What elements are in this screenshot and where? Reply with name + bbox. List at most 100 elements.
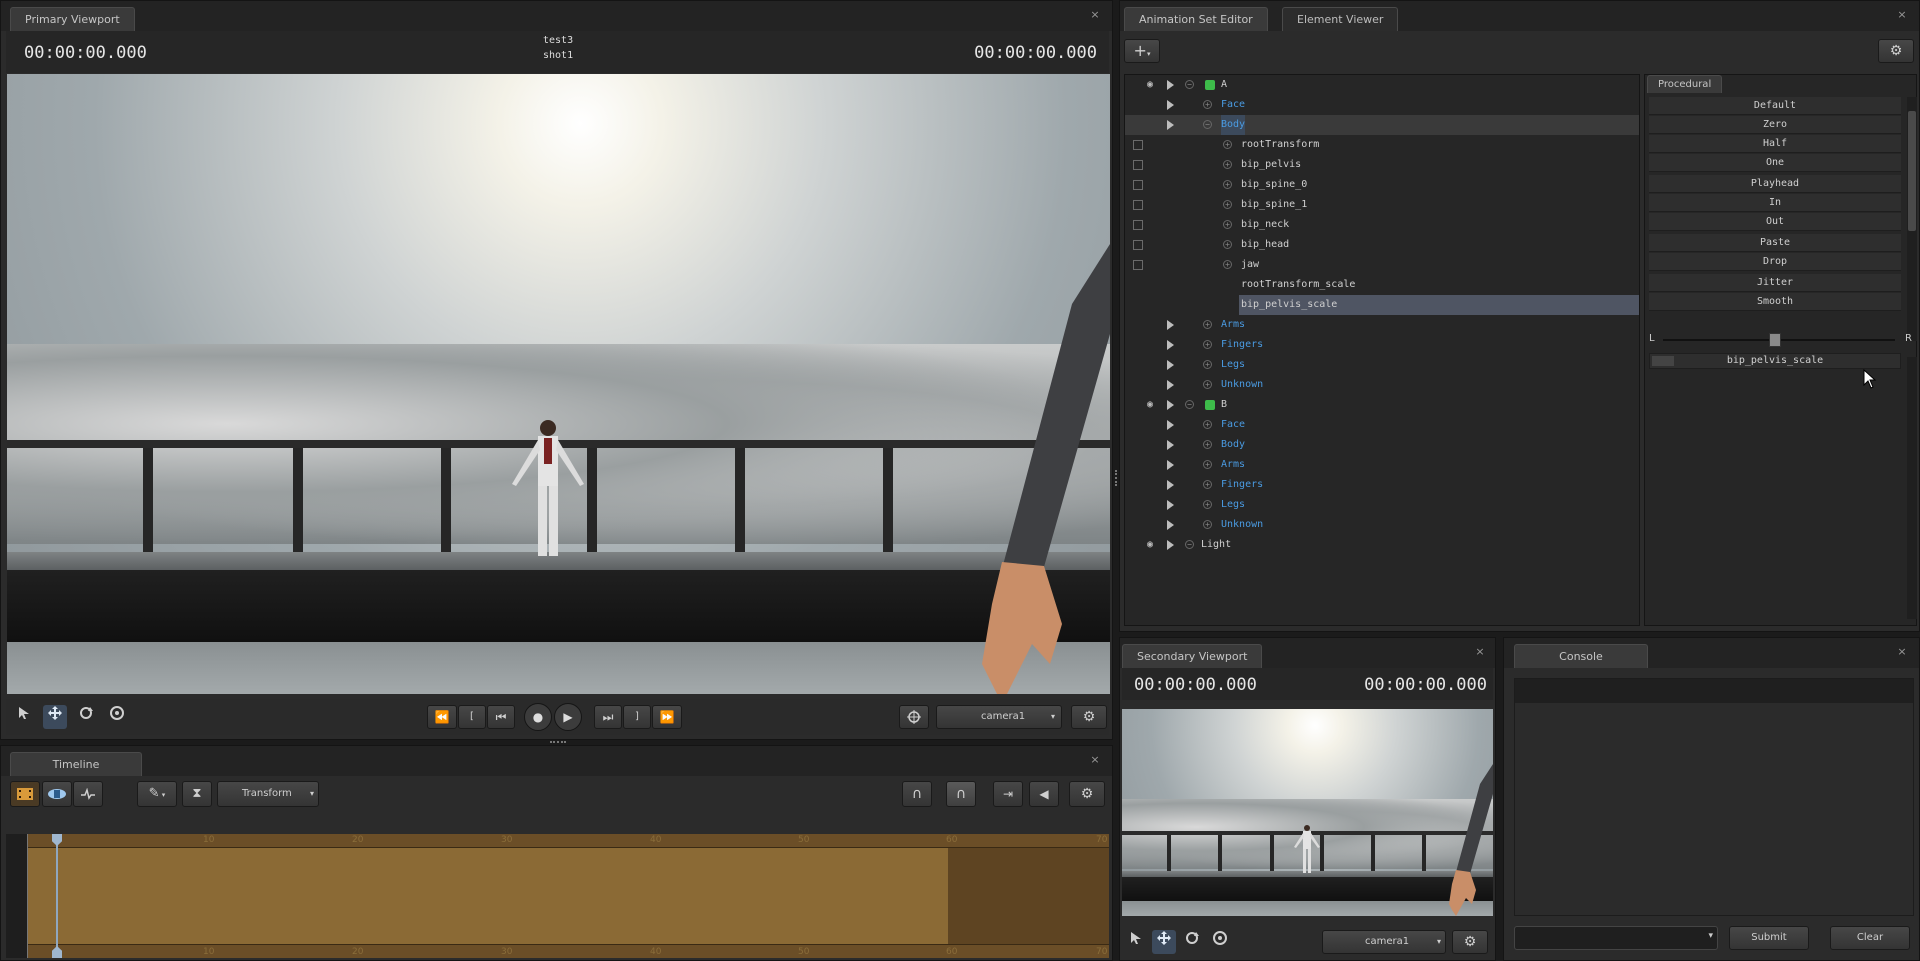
expand-toggle-icon[interactable]: −	[1185, 540, 1194, 549]
tree-row[interactable]: + Fingers	[1125, 335, 1639, 355]
checkbox[interactable]	[1133, 260, 1143, 270]
submit-button[interactable]: Submit	[1729, 926, 1809, 950]
expand-arrow-icon[interactable]	[1167, 520, 1174, 530]
expand-arrow-icon[interactable]	[1167, 380, 1174, 390]
expand-arrow-icon[interactable]	[1167, 440, 1174, 450]
next-key-button[interactable]: ⏭	[594, 705, 622, 729]
expand-arrow-icon[interactable]	[1167, 480, 1174, 490]
tree-row[interactable]: + bip_spine_1	[1125, 195, 1639, 215]
mark-out-button[interactable]: ]	[623, 705, 651, 729]
expand-arrow-icon[interactable]	[1167, 540, 1174, 550]
expand-toggle-icon[interactable]: +	[1223, 220, 1232, 229]
scroll-thumb[interactable]	[1908, 111, 1916, 231]
expand-arrow-icon[interactable]	[1167, 340, 1174, 350]
procedural-zero-button[interactable]: Zero	[1649, 116, 1901, 134]
rewind-button[interactable]: ⏪	[427, 705, 457, 729]
timeline-settings-button[interactable]: ⚙	[1069, 781, 1105, 807]
procedural-jitter-button[interactable]: Jitter	[1649, 274, 1901, 292]
shot-clip-range[interactable]	[28, 848, 948, 944]
expand-toggle-icon[interactable]: +	[1203, 440, 1212, 449]
tree-row[interactable]: + bip_spine_0	[1125, 175, 1639, 195]
secondary-camera-select[interactable]: camera1 ▾	[1322, 930, 1446, 954]
tree-row[interactable]: bip_pelvis_scale	[1125, 295, 1639, 315]
jump-to-end-button[interactable]: ⇥	[993, 781, 1023, 807]
move-tool-icon[interactable]	[1152, 930, 1176, 954]
rotate-tool-icon[interactable]	[74, 705, 98, 729]
expand-arrow-icon[interactable]	[1167, 100, 1174, 110]
close-icon[interactable]: ×	[1089, 9, 1101, 21]
checkbox[interactable]	[1133, 180, 1143, 190]
filter-button[interactable]: ⧗	[182, 781, 212, 807]
secondary-viewport-settings-button[interactable]: ⚙	[1452, 930, 1488, 954]
procedural-playhead-button[interactable]: Playhead	[1649, 175, 1901, 193]
ase-settings-button[interactable]: ⚙	[1878, 39, 1914, 63]
tree-row[interactable]: + Unknown	[1125, 375, 1639, 395]
mark-in-button[interactable]: [	[458, 705, 486, 729]
expand-toggle-icon[interactable]: +	[1203, 380, 1212, 389]
expand-toggle-icon[interactable]: +	[1203, 460, 1212, 469]
close-icon[interactable]: ×	[1474, 646, 1486, 658]
character-model[interactable]	[502, 414, 594, 564]
close-icon[interactable]: ×	[1896, 646, 1908, 658]
tree-row[interactable]: + Body	[1125, 435, 1639, 455]
procedural-in-button[interactable]: In	[1649, 194, 1901, 212]
tree-row[interactable]: + jaw	[1125, 255, 1639, 275]
tree-row[interactable]: + Arms	[1125, 455, 1639, 475]
procedural-one-button[interactable]: One	[1649, 154, 1901, 172]
checkbox[interactable]	[1133, 200, 1143, 210]
viewport-render[interactable]	[7, 74, 1110, 694]
tree-row[interactable]: + bip_head	[1125, 235, 1639, 255]
tree-row[interactable]: + Unknown	[1125, 515, 1639, 535]
mode-select[interactable]: Transform ▾	[217, 781, 319, 807]
expand-toggle-icon[interactable]: +	[1203, 420, 1212, 429]
expand-arrow-icon[interactable]	[1167, 420, 1174, 430]
expand-arrow-icon[interactable]	[1167, 80, 1174, 90]
expand-arrow-icon[interactable]	[1167, 400, 1174, 410]
clear-button[interactable]: Clear	[1830, 926, 1910, 950]
tree-row[interactable]: rootTransform_scale	[1125, 275, 1639, 295]
tree-row[interactable]: + bip_neck	[1125, 215, 1639, 235]
mute-button[interactable]: ◀	[1029, 781, 1059, 807]
tab-secondary-viewport[interactable]: Secondary Viewport	[1122, 644, 1263, 668]
expand-arrow-icon[interactable]	[1167, 320, 1174, 330]
tab-element-viewer[interactable]: Element Viewer	[1282, 7, 1399, 31]
tree-row[interactable]: + Arms	[1125, 315, 1639, 335]
expand-toggle-icon[interactable]: +	[1203, 340, 1212, 349]
chevron-down-icon[interactable]: ▾	[1708, 931, 1713, 941]
playhead[interactable]	[56, 834, 58, 958]
tree-row[interactable]: + Face	[1125, 95, 1639, 115]
tree-row[interactable]: ◉ − Light	[1125, 535, 1639, 555]
tab-procedural[interactable]: Procedural	[1647, 75, 1723, 93]
expand-toggle-icon[interactable]: +	[1223, 160, 1232, 169]
procedural-default-button[interactable]: Default	[1649, 97, 1901, 115]
checkbox[interactable]	[1133, 140, 1143, 150]
tab-primary-viewport[interactable]: Primary Viewport	[10, 7, 135, 31]
expand-toggle-icon[interactable]: +	[1203, 320, 1212, 329]
tab-timeline[interactable]: Timeline	[10, 752, 142, 776]
expand-toggle-icon[interactable]: +	[1223, 240, 1232, 249]
procedural-smooth-button[interactable]: Smooth	[1649, 293, 1901, 311]
tree-row[interactable]: + rootTransform	[1125, 135, 1639, 155]
expand-arrow-icon[interactable]	[1167, 360, 1174, 370]
tab-console[interactable]: Console	[1514, 644, 1648, 668]
add-key-button[interactable]: ✎ ▾	[137, 781, 177, 807]
expand-toggle-icon[interactable]: −	[1185, 80, 1194, 89]
camera-select[interactable]: camera1 ▾	[936, 705, 1062, 729]
secondary-viewport-render[interactable]	[1122, 709, 1493, 916]
expand-toggle-icon[interactable]: +	[1203, 360, 1212, 369]
scale-tool-icon[interactable]	[105, 705, 129, 729]
expand-arrow-icon[interactable]	[1167, 500, 1174, 510]
procedural-paste-button[interactable]: Paste	[1649, 234, 1901, 252]
expand-toggle-icon[interactable]: +	[1223, 260, 1232, 269]
checkbox[interactable]	[1133, 240, 1143, 250]
expand-toggle-icon[interactable]: −	[1185, 400, 1194, 409]
clip-editor-button[interactable]	[10, 781, 40, 807]
timeline-track-area[interactable]: 10 20 30 40 50 60 70 10 20 30 40 50 60 7…	[6, 834, 1109, 958]
checkbox[interactable]	[1133, 160, 1143, 170]
procedural-half-button[interactable]: Half	[1649, 135, 1901, 153]
move-tool-icon[interactable]	[43, 705, 67, 729]
play-button[interactable]: ▶	[554, 703, 582, 731]
tab-animation-set-editor[interactable]: Animation Set Editor	[1124, 7, 1268, 31]
close-icon[interactable]: ×	[1089, 754, 1101, 766]
viewport-settings-button[interactable]: ⚙	[1071, 705, 1107, 729]
